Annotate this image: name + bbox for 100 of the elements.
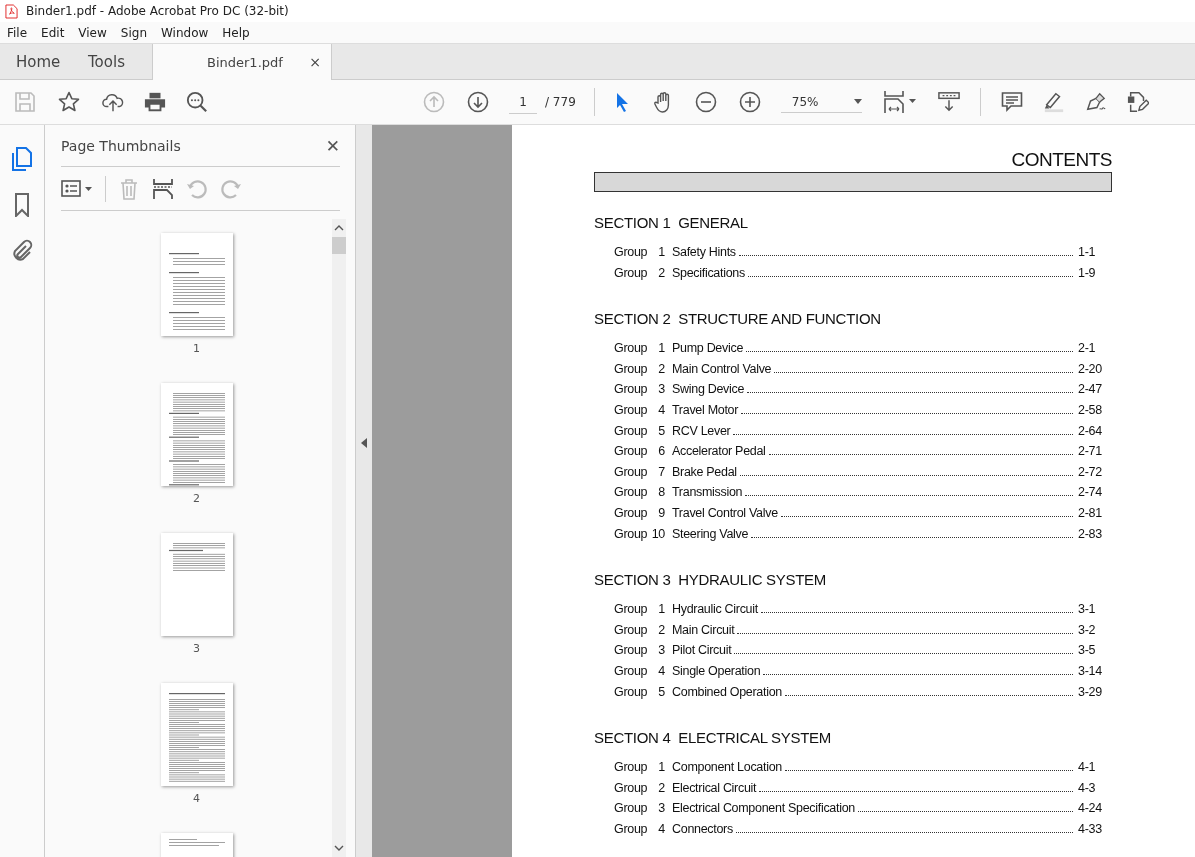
close-tab-button[interactable]: × (309, 54, 321, 70)
group-label: Group (614, 663, 648, 678)
section-title: SECTION 2 STRUCTURE AND FUNCTION (594, 310, 882, 328)
group-label: Group (614, 760, 648, 775)
group-number: 2 (657, 780, 665, 795)
group-label: Group (614, 361, 648, 376)
page-reference: 2-58 (1077, 402, 1103, 417)
entry-title: Connectors (672, 821, 733, 836)
document-heading: CONTENTS (1010, 149, 1112, 171)
group-label: Group (614, 821, 648, 836)
close-button[interactable]: ✕ (325, 135, 340, 156)
group-label: Group (614, 265, 648, 280)
group-number: 1 (657, 602, 665, 617)
entry-title: Steering Valve (672, 526, 749, 541)
page-number: 1 (193, 342, 200, 355)
group-label: Group (614, 464, 648, 479)
entry-title: RCV Lever (672, 423, 731, 438)
page-reference: 2-81 (1077, 505, 1103, 520)
group-number: 10 (650, 526, 665, 541)
page-reference: 2-72 (1077, 464, 1103, 479)
group-number: 2 (657, 361, 665, 376)
page-number: 2 (193, 492, 200, 505)
document-tab[interactable]: Binder1.pdf × (152, 44, 332, 80)
group-label: Group (614, 643, 648, 658)
nav-tab[interactable]: Tools (72, 44, 152, 79)
page-number: 4 (193, 792, 200, 805)
entry-title: Component Location (672, 760, 782, 775)
group-number: 5 (657, 684, 665, 699)
page-reference: 4-24 (1077, 801, 1103, 816)
menu-item[interactable]: Sign (120, 25, 147, 40)
entry-title: Safety Hints (672, 245, 736, 259)
group-label: Group (614, 382, 648, 397)
group-number: 6 (657, 444, 665, 459)
group-number: 3 (657, 382, 665, 397)
group-number: 4 (657, 821, 665, 836)
entry-title: Electrical Circuit (672, 780, 757, 795)
group-label: Group (614, 485, 648, 500)
group-label: Group (614, 423, 648, 438)
page-reference: 3-5 (1077, 643, 1097, 658)
page-reference: 2-20 (1077, 361, 1103, 376)
group-label: Group (614, 402, 648, 417)
menu-item[interactable]: Help (222, 25, 250, 40)
entry-title: Swing Device (672, 382, 745, 397)
page-number: 3 (193, 642, 200, 655)
group-number: 3 (657, 801, 665, 816)
group-number: 7 (657, 464, 665, 479)
page-reference: 4-33 (1077, 821, 1103, 836)
page-reference: 2-71 (1077, 444, 1103, 459)
section-title: SECTION 3 HYDRAULIC SYSTEM (594, 571, 827, 589)
page-reference: 2-64 (1077, 423, 1103, 438)
group-number: 1 (657, 760, 665, 775)
group-label: Group (614, 622, 648, 637)
menu-item[interactable]: Edit (41, 25, 65, 40)
group-label: Group (614, 245, 648, 259)
entry-title: Travel Control Valve (672, 505, 778, 520)
entry-title: Pump Device (672, 341, 744, 356)
group-number: 4 (657, 663, 665, 678)
entry-title: Accelerator Pedal (672, 444, 766, 459)
page-reference: 4-1 (1077, 760, 1097, 775)
group-label: Group (614, 505, 648, 520)
entry-title: Travel Motor (672, 402, 739, 417)
menu-item[interactable]: View (78, 25, 107, 40)
group-number: 5 (657, 423, 665, 438)
entry-title: Transmission (672, 485, 743, 500)
tab-label: Binder1.pdf (207, 54, 283, 70)
page-reference: 2-47 (1077, 382, 1103, 397)
page-reference: 1-1 (1077, 245, 1097, 259)
entry-title: Brake Pedal (672, 464, 737, 479)
page-number-field[interactable]: 1 (509, 90, 537, 114)
entry-title: Specifications (672, 265, 745, 280)
nav-tab[interactable]: Home (0, 44, 72, 79)
page-reference: 3-14 (1077, 663, 1103, 678)
entry-title: Single Operation (672, 663, 761, 678)
entry-title: Pilot Circuit (672, 643, 732, 658)
page-reference: 3-1 (1077, 602, 1097, 617)
group-label: Group (614, 444, 648, 459)
menu-item[interactable]: File (7, 25, 28, 40)
page-count: / 779 (545, 95, 576, 109)
menu-item[interactable]: Window (161, 25, 209, 40)
page-reference: 1-9 (1077, 265, 1097, 280)
section-title: SECTION 1 GENERAL (594, 214, 749, 231)
section-title: SECTION 4 ELECTRICAL SYSTEM (594, 729, 832, 747)
group-number: 2 (657, 622, 665, 637)
page-reference: 3-2 (1077, 622, 1097, 637)
group-number: 2 (657, 265, 665, 280)
page-reference: 4-3 (1077, 780, 1097, 795)
zoom-dropdown[interactable]: 75% (780, 91, 862, 113)
group-number: 9 (657, 505, 665, 520)
page-reference: 2-1 (1077, 341, 1097, 356)
group-label: Group (614, 526, 648, 541)
group-label: Group (614, 341, 648, 356)
entry-title: Main Circuit (672, 622, 735, 637)
panel-title: Page Thumbnails (61, 137, 181, 154)
group-label: Group (614, 684, 648, 699)
group-number: 3 (657, 643, 665, 658)
entry-title: Electrical Component Specification (672, 801, 855, 816)
group-number: 1 (657, 341, 665, 356)
entry-title: Main Control Valve (672, 361, 772, 376)
page-reference: 2-83 (1077, 526, 1103, 541)
group-number: 1 (657, 245, 665, 259)
